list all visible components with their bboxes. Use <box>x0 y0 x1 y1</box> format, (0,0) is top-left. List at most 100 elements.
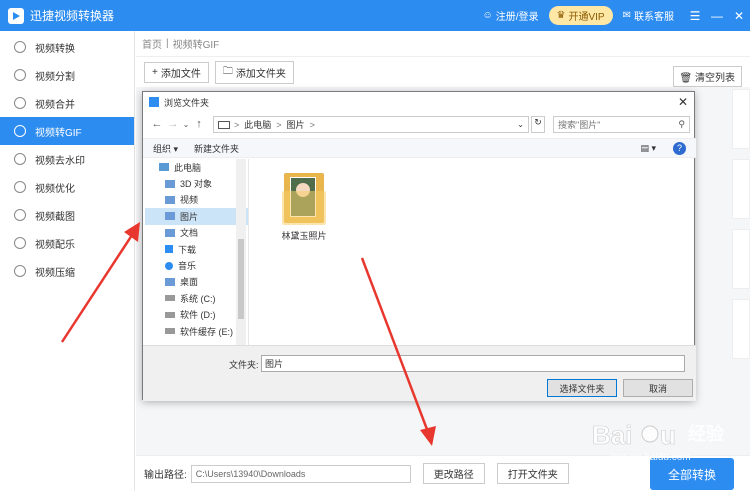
sidebar-item-video-merge[interactable]: 视频合并 <box>0 89 134 117</box>
tree-item-drive-e[interactable]: 软件缓存 (E:) <box>145 323 248 339</box>
select-folder-button[interactable]: 选择文件夹 <box>547 379 617 397</box>
support-link[interactable]: ✉ 联系客服 <box>623 8 674 23</box>
sidebar-item-remove-watermark[interactable]: 视频去水印 <box>0 145 134 173</box>
list-item <box>732 299 750 359</box>
tree-item-desktop[interactable]: 桌面 <box>145 274 248 290</box>
video-folder-icon <box>165 195 175 204</box>
add-folder-button[interactable]: 🗀 添加文件夹 <box>214 60 294 84</box>
svg-text:u: u <box>660 420 676 450</box>
address-folder[interactable]: 图片 <box>287 118 305 131</box>
plus-icon: + <box>152 66 158 78</box>
screenshot-icon <box>14 209 26 221</box>
watermark-brand: 经验 <box>688 424 724 444</box>
tree-item-downloads[interactable]: 下载 <box>145 241 248 257</box>
app-title: 迅捷视频转换器 <box>30 9 115 23</box>
organize-menu[interactable]: 组织 ▾ <box>153 142 178 155</box>
output-path-field[interactable]: C:\Users\13940\Downloads <box>190 464 411 483</box>
address-dropdown-icon[interactable]: ⌄ <box>517 120 524 129</box>
pc-icon <box>218 120 230 129</box>
computer-icon <box>159 163 169 172</box>
sidebar-item-video-music[interactable]: 视频配乐 <box>0 229 134 257</box>
app-logo-icon <box>8 7 24 24</box>
folder-name: 林黛玉照片 <box>281 231 327 241</box>
chat-icon: ✉ <box>622 10 631 21</box>
dialog-command-bar: 组织 ▾ 新建文件夹 ▤ ▾ ? <box>143 138 696 158</box>
list-item <box>732 159 750 219</box>
sidebar-item-video-compress[interactable]: 视频压缩 <box>0 257 134 285</box>
tree-item-this-pc[interactable]: 此电脑 <box>145 159 248 175</box>
chevron-down-icon[interactable]: ⌄ <box>181 120 191 129</box>
music-icon <box>14 237 26 249</box>
sidebar-item-video-optimize[interactable]: 视频优化 <box>0 173 134 201</box>
back-arrow-icon[interactable]: ← <box>149 118 165 130</box>
new-folder-button[interactable]: 新建文件夹 <box>194 142 239 155</box>
menu-icon[interactable]: ☰ <box>684 9 706 23</box>
tree-item-drive-c[interactable]: 系统 (C:) <box>145 290 248 306</box>
scrollbar-thumb[interactable] <box>238 239 244 319</box>
split-icon <box>14 69 26 81</box>
tree-item-3d-objects[interactable]: 3D 对象 <box>145 175 248 191</box>
optimize-icon <box>14 181 26 193</box>
sidebar: 视频转换 视频分割 视频合并 视频转GIF 视频去水印 视频优化 视频截图 视频… <box>0 31 135 491</box>
picture-folder-icon <box>165 212 175 221</box>
compress-icon <box>14 265 26 277</box>
gif-icon <box>14 125 26 137</box>
tree-item-documents[interactable]: 文档 <box>145 225 248 241</box>
merge-icon <box>14 97 26 109</box>
breadcrumb-home[interactable]: 首页 <box>142 36 162 51</box>
tree-item-pictures[interactable]: 图片 <box>145 208 248 225</box>
dialog-close-icon[interactable]: ✕ <box>678 95 688 109</box>
tree-item-music[interactable]: 音乐 <box>145 257 248 273</box>
picture-folder-icon <box>282 169 326 225</box>
tree-scrollbar[interactable] <box>236 159 246 345</box>
crown-icon: ♛ <box>556 10 566 21</box>
folder-name-input[interactable]: 图片 <box>261 355 685 372</box>
add-file-button[interactable]: + 添加文件 <box>144 61 209 83</box>
sidebar-item-video-convert[interactable]: 视频转换 <box>0 33 134 61</box>
baidu-watermark: Bai u 经验 jingyan.baidu.com <box>590 418 740 467</box>
file-view: 林黛玉照片 <box>249 159 696 345</box>
address-bar[interactable]: > 此电脑 > 图片 > ⌄ <box>213 116 529 133</box>
view-options-icon[interactable]: ▤ ▾ <box>640 143 656 154</box>
search-input[interactable]: 搜索"图片" ⚲ <box>553 116 690 133</box>
user-icon: ☺ <box>482 10 493 21</box>
tree-item-drive-d[interactable]: 软件 (D:) <box>145 307 248 323</box>
watermark-icon <box>14 153 26 165</box>
clear-list-button[interactable]: 🗑 清空列表 <box>672 66 742 87</box>
svg-text:Bai: Bai <box>592 420 632 450</box>
forward-arrow-icon[interactable]: → <box>165 118 181 130</box>
login-link[interactable]: ☺ 注册/登录 <box>483 8 539 23</box>
help-icon[interactable]: ? <box>673 142 686 155</box>
cancel-button[interactable]: 取消 <box>623 379 693 397</box>
convert-icon <box>14 41 26 53</box>
minimize-icon[interactable]: — <box>706 9 728 23</box>
vip-button[interactable]: ♛ 开通VIP <box>548 6 613 25</box>
cube-icon <box>165 179 175 188</box>
drive-icon <box>165 311 175 318</box>
dialog-title: 浏览文件夹 <box>164 97 210 108</box>
download-icon <box>165 245 173 254</box>
navigation-tree: 此电脑 3D 对象 视频 图片 文档 下载 音乐 桌面 系统 (C:) 软件 (… <box>145 159 248 345</box>
change-path-button[interactable]: 更改路径 <box>422 463 485 484</box>
address-root[interactable]: 此电脑 <box>244 118 271 131</box>
refresh-icon[interactable]: ↻ <box>531 116 545 133</box>
file-list-edge <box>732 89 750 469</box>
folder-item[interactable]: 林黛玉照片 <box>271 169 337 242</box>
sidebar-item-video-to-gif[interactable]: 视频转GIF <box>0 117 134 145</box>
sidebar-item-video-screenshot[interactable]: 视频截图 <box>0 201 134 229</box>
list-item <box>732 229 750 289</box>
watermark-url: jingyan.baidu.com <box>610 452 691 463</box>
up-arrow-icon[interactable]: ↑ <box>191 118 207 130</box>
open-folder-button[interactable]: 打开文件夹 <box>496 463 569 484</box>
music-note-icon <box>165 261 173 270</box>
drive-icon <box>165 295 175 302</box>
browse-folder-dialog: 浏览文件夹 ✕ ← → ⌄ ↑ > 此电脑 > 图片 > ⌄ ↻ 搜索"图片" … <box>142 91 696 401</box>
folder-name-label: 文件夹: <box>229 360 259 370</box>
tree-item-videos[interactable]: 视频 <box>145 192 248 208</box>
sidebar-item-video-split[interactable]: 视频分割 <box>0 61 134 89</box>
document-folder-icon <box>165 228 175 237</box>
output-path-label: 输出路径: <box>144 470 187 481</box>
toolbar: + 添加文件 🗀 添加文件夹 <box>136 57 750 87</box>
dialog-app-icon <box>149 97 159 107</box>
close-icon[interactable]: ✕ <box>728 9 750 23</box>
